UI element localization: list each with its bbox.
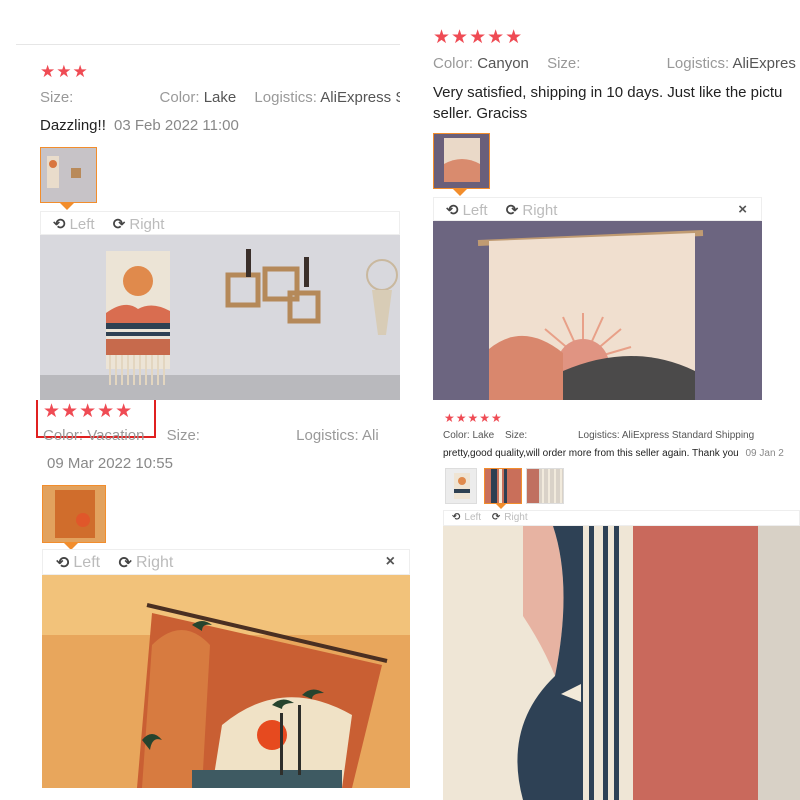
review-thumbnail-3[interactable] — [526, 468, 564, 504]
color-value: Canyon — [477, 55, 529, 72]
image-viewer-toolbar: ⟲ Left ⟳ Right × — [42, 549, 410, 575]
logistics-value: Ali — [362, 427, 379, 444]
rotate-right-icon: ⟳ — [118, 555, 132, 572]
review-text-line-1: Very satisfied, shipping in 10 days. Jus… — [433, 84, 783, 101]
review-text-row: pretty,good quality,will order more from… — [443, 448, 784, 459]
size-label: Size: — [40, 89, 74, 106]
close-viewer-button[interactable]: × — [738, 201, 747, 218]
color-value: Lake — [472, 430, 495, 441]
review-photo-image — [42, 575, 410, 788]
review-photo[interactable] — [443, 526, 800, 800]
color-label: Color: — [159, 89, 200, 106]
logistics-value: AliExpres — [732, 55, 796, 72]
review-meta: Size: Color: Lake Logistics: AliExpress … — [40, 89, 400, 106]
size-label: Size: — [166, 427, 200, 444]
rotate-right-button[interactable]: ⟳ Right — [505, 201, 558, 220]
review-text-line-2: seller. Graciss — [433, 105, 528, 122]
star-rating: ★★★★★ — [444, 411, 503, 425]
review-text-row: Dazzling!! 03 Feb 2022 11:00 — [40, 117, 239, 134]
star-rating: ★★★★★ — [433, 27, 524, 48]
review-text: Very satisfied, shipping in 10 days. Jus… — [433, 82, 782, 124]
review-date: 03 Feb 2022 11:00 — [114, 117, 239, 134]
review-meta: Color: Canyon Size: Logistics: AliExpres — [433, 55, 796, 72]
review-photo[interactable] — [40, 235, 400, 400]
rotate-right-label: Right — [522, 201, 558, 219]
rotate-left-button[interactable]: ⟲ Left — [452, 512, 481, 523]
rotate-left-button[interactable]: ⟲ Left — [56, 553, 100, 573]
rotate-right-button[interactable]: ⟳ Right — [119, 553, 174, 573]
rotate-right-label: Right — [504, 512, 528, 523]
thumbnail-pointer — [496, 504, 506, 509]
review-thumbnail[interactable] — [433, 133, 490, 189]
thumbnail-image — [43, 486, 105, 542]
review-panel-1: ★★★ Size: Color: Lake Logistics: AliExpr… — [0, 0, 400, 400]
rotate-left-button[interactable]: ⟲ Left — [446, 201, 488, 220]
rotate-right-label: Right — [135, 554, 174, 571]
size-label: Size: — [547, 55, 581, 72]
rotate-right-button[interactable]: ⟳ Right — [112, 215, 165, 234]
review-meta: Color: Lake Size: Logistics: AliExpress … — [443, 430, 754, 441]
review-thumbnail[interactable] — [40, 147, 97, 203]
logistics-label: Logistics: — [577, 430, 620, 441]
color-value: Lake — [203, 89, 237, 106]
color-label: Color: — [43, 427, 84, 444]
review-panel-4: ★★★★★ Color: Lake Size: Logistics: AliEx… — [420, 400, 800, 800]
review-panel-3: ★★★★★ Color: Vacation Size: Logistics: A… — [0, 400, 420, 800]
close-viewer-button[interactable]: × — [386, 553, 395, 571]
rotate-left-label: Left — [73, 554, 101, 571]
logistics-label: Logistics: — [296, 427, 359, 444]
thumbnail-pointer — [60, 203, 74, 210]
rotate-left-label: Left — [69, 215, 95, 233]
thumbnail-image — [41, 148, 96, 202]
color-label: Color: — [443, 430, 470, 441]
review-meta: Color: Vacation Size: Logistics: Ali — [43, 427, 379, 444]
rotate-right-button[interactable]: ⟳ Right — [492, 512, 528, 523]
review-thumbnail[interactable] — [42, 485, 106, 543]
star-rating: ★★★ — [40, 62, 89, 81]
review-text: pretty,good quality,will order more from… — [443, 448, 739, 459]
review-photo[interactable] — [42, 575, 410, 788]
review-photo-image — [443, 526, 800, 800]
rotate-right-icon: ⟳ — [112, 216, 126, 233]
color-label: Color: — [433, 55, 474, 72]
rotate-left-icon: ⟲ — [56, 555, 70, 572]
rotate-left-label: Left — [462, 201, 488, 219]
logistics-label: Logistics: — [254, 89, 317, 106]
logistics-value: AliExpress Standard Shipping — [621, 430, 755, 441]
thumbnail-image — [446, 469, 476, 503]
rotate-right-label: Right — [129, 215, 165, 233]
review-photo-image — [433, 221, 762, 400]
logistics-value: AliExpress St — [320, 89, 400, 106]
review-thumbnail-2[interactable] — [484, 468, 522, 504]
size-label: Size: — [504, 430, 528, 441]
thumbnail-image — [527, 469, 563, 503]
thumbnail-pointer — [453, 189, 467, 196]
review-date: 09 Jan 2 — [745, 448, 784, 459]
review-text: Dazzling!! — [40, 117, 106, 134]
image-viewer-toolbar: ⟲ Left ⟳ Right × — [433, 197, 762, 221]
review-panel-2: ★★★★★ Color: Canyon Size: Logistics: Ali… — [400, 0, 800, 400]
thumbnail-image — [485, 469, 521, 503]
rotate-left-icon: ⟲ — [446, 202, 459, 219]
rotate-left-icon: ⟲ — [53, 216, 66, 233]
review-photo[interactable] — [433, 221, 762, 400]
rotate-right-icon: ⟳ — [505, 202, 519, 219]
review-thumbnail-1[interactable] — [445, 468, 477, 504]
thumbnail-image — [434, 134, 489, 188]
image-viewer-toolbar: ⟲ Left ⟳ Right — [40, 211, 400, 235]
rotate-right-icon: ⟳ — [491, 512, 501, 523]
rotate-left-button[interactable]: ⟲ Left — [53, 215, 95, 234]
color-value: Vacation — [87, 427, 145, 444]
logistics-label: Logistics: — [666, 55, 730, 72]
rotate-left-icon: ⟲ — [452, 512, 461, 523]
rotate-left-label: Left — [464, 512, 482, 523]
review-date: 09 Mar 2022 10:55 — [47, 455, 173, 472]
divider — [16, 44, 400, 45]
review-photo-image — [40, 235, 400, 400]
image-viewer-toolbar: ⟲ Left ⟳ Right — [443, 510, 800, 526]
